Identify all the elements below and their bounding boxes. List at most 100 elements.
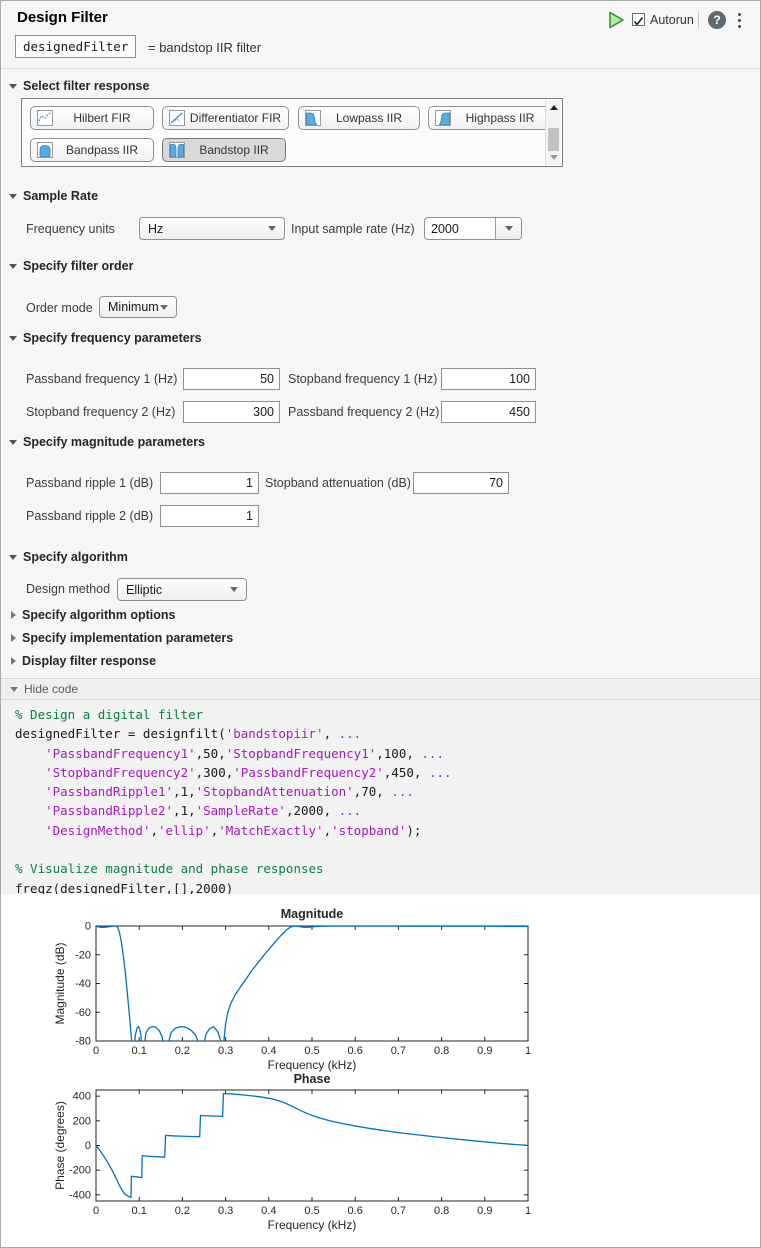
filter-button-label: Hilbert FIR [57, 111, 147, 125]
filter-button-lowpass-iir[interactable]: Lowpass IIR [298, 106, 420, 130]
svg-text:0: 0 [93, 1205, 99, 1217]
result-description: = bandstop IIR filter [148, 40, 261, 55]
section-label: Specify filter order [23, 259, 133, 273]
filter-button-bandpass-iir[interactable]: Bandpass IIR [30, 138, 154, 162]
svg-text:-80: -80 [75, 1036, 91, 1048]
passband-frequency-1-input[interactable] [183, 368, 280, 390]
collapse-triangle-icon [9, 194, 17, 199]
collapse-triangle-icon [10, 687, 18, 692]
scroll-up-button[interactable] [546, 100, 561, 115]
filter-button-hilbert-fir[interactable]: Hilbert FIR [30, 106, 154, 130]
passband-ripple-2-input[interactable] [160, 505, 259, 527]
passband-frequency-1-label: Passband frequency 1 (Hz) [26, 372, 177, 386]
hide-code-toggle[interactable]: Hide code [1, 678, 760, 700]
svg-text:0.4: 0.4 [261, 1045, 276, 1057]
filter-button-label: Highpass IIR [455, 111, 545, 125]
filter-button-highpass-iir[interactable]: Highpass IIR [428, 106, 552, 130]
input-sample-rate-combobox[interactable]: 2000 [424, 217, 522, 240]
section-label: Specify algorithm [23, 550, 128, 564]
svg-text:0.1: 0.1 [132, 1045, 147, 1057]
arrow-down-icon [550, 155, 558, 160]
filter-button-label: Bandpass IIR [57, 143, 147, 157]
passband-frequency-2-label: Passband frequency 2 (Hz) [288, 405, 439, 419]
run-button[interactable] [606, 10, 626, 30]
section-sample-rate[interactable]: Sample Rate [9, 189, 98, 203]
result-variable-field[interactable]: designedFilter [15, 35, 136, 58]
section-specify-filter-order[interactable]: Specify filter order [9, 259, 133, 273]
chevron-down-icon [230, 587, 238, 592]
frequency-units-dropdown[interactable]: Hz [139, 217, 285, 240]
stopband-frequency-2-label: Stopband frequency 2 (Hz) [26, 405, 175, 419]
expand-triangle-icon [11, 634, 16, 642]
hilbert-fir-icon [37, 110, 53, 126]
svg-text:0.8: 0.8 [434, 1205, 449, 1217]
code-line: % Design a digital filter [15, 705, 760, 724]
section-specify-algorithm[interactable]: Specify algorithm [9, 550, 128, 564]
svg-text:0.5: 0.5 [304, 1205, 319, 1217]
section-specify-algorithm-options[interactable]: Specify algorithm options [11, 608, 176, 622]
svg-text:0.6: 0.6 [348, 1045, 363, 1057]
code-line [15, 840, 760, 859]
kebab-menu-icon[interactable] [738, 13, 741, 16]
passband-frequency-2-input[interactable] [441, 401, 536, 423]
passband-ripple-1-label: Passband ripple 1 (dB) [26, 476, 153, 490]
svg-text:0.6: 0.6 [348, 1205, 363, 1217]
autorun-label: Autorun [650, 13, 694, 27]
header-separator [1, 68, 760, 69]
stopband-frequency-1-input[interactable] [441, 368, 536, 390]
filter-button-bandstop-iir[interactable]: Bandstop IIR [162, 138, 286, 162]
input-sample-rate-label: Input sample rate (Hz) [291, 222, 415, 236]
help-button[interactable]: ? [708, 11, 726, 29]
section-specify-magnitude-parameters[interactable]: Specify magnitude parameters [9, 435, 205, 449]
code-line: designedFilter = designfilt('bandstopiir… [15, 724, 760, 743]
passband-ripple-1-input[interactable] [160, 472, 259, 494]
section-label: Specify frequency parameters [23, 331, 202, 345]
svg-text:Frequency (kHz): Frequency (kHz) [268, 1218, 357, 1232]
stopband-frequency-2-input[interactable] [183, 401, 280, 423]
expand-triangle-icon [11, 657, 16, 665]
svg-text:-400: -400 [69, 1189, 91, 1201]
order-mode-dropdown[interactable]: Minimum [99, 296, 177, 318]
svg-text:1: 1 [525, 1205, 531, 1217]
svg-text:0.4: 0.4 [261, 1205, 276, 1217]
svg-text:0.9: 0.9 [477, 1045, 492, 1057]
scroll-down-button[interactable] [546, 150, 561, 165]
section-specify-frequency-parameters[interactable]: Specify frequency parameters [9, 331, 202, 345]
filter-button-differentiator-fir[interactable]: Differentiator FIR [162, 106, 289, 130]
dropdown-value: Hz [148, 222, 163, 236]
header-divider [698, 11, 699, 29]
code-line: 'DesignMethod','ellip','MatchExactly','s… [15, 821, 760, 840]
chevron-down-icon [268, 226, 276, 231]
scrollbar-thumb[interactable] [548, 128, 559, 151]
filter-response-panel: Hilbert FIR Differentiator FIR Lowpass I… [21, 98, 563, 167]
combobox-value[interactable]: 2000 [425, 218, 495, 239]
frequency-units-label: Frequency units [26, 222, 115, 236]
svg-text:-60: -60 [75, 1007, 91, 1019]
design-method-dropdown[interactable]: Elliptic [117, 578, 247, 601]
code-line: 'PassbandRipple1',1,'StopbandAttenuation… [15, 782, 760, 801]
code-line: % Visualize magnitude and phase response… [15, 859, 760, 878]
svg-text:0.3: 0.3 [218, 1205, 233, 1217]
filter-button-label: Bandstop IIR [189, 143, 279, 157]
page-title: Design Filter [17, 9, 108, 26]
arrow-up-icon [550, 105, 558, 110]
autorun-checkbox[interactable] [632, 13, 645, 26]
section-specify-implementation-parameters[interactable]: Specify implementation parameters [11, 631, 233, 645]
svg-text:Magnitude (dB): Magnitude (dB) [53, 942, 67, 1024]
section-select-filter-response[interactable]: Select filter response [9, 79, 149, 93]
combobox-dropdown-button[interactable] [495, 218, 521, 239]
stopband-attenuation-label: Stopband attenuation (dB) [265, 476, 411, 490]
section-display-filter-response[interactable]: Display filter response [11, 654, 156, 668]
figure-output: 00.10.20.30.40.50.60.70.80.910-20-40-60-… [1, 894, 760, 1247]
section-label: Specify implementation parameters [22, 631, 233, 645]
dropdown-value: Elliptic [126, 583, 162, 597]
svg-text:0.7: 0.7 [391, 1045, 406, 1057]
generated-code-block[interactable]: % Design a digital filterdesignedFilter … [1, 700, 760, 894]
svg-text:0.7: 0.7 [391, 1205, 406, 1217]
svg-text:0.2: 0.2 [175, 1045, 190, 1057]
svg-text:0.2: 0.2 [175, 1205, 190, 1217]
svg-text:0: 0 [93, 1045, 99, 1057]
svg-text:0: 0 [85, 1140, 91, 1152]
stopband-attenuation-input[interactable] [413, 472, 509, 494]
panel-scrollbar[interactable] [545, 100, 561, 165]
